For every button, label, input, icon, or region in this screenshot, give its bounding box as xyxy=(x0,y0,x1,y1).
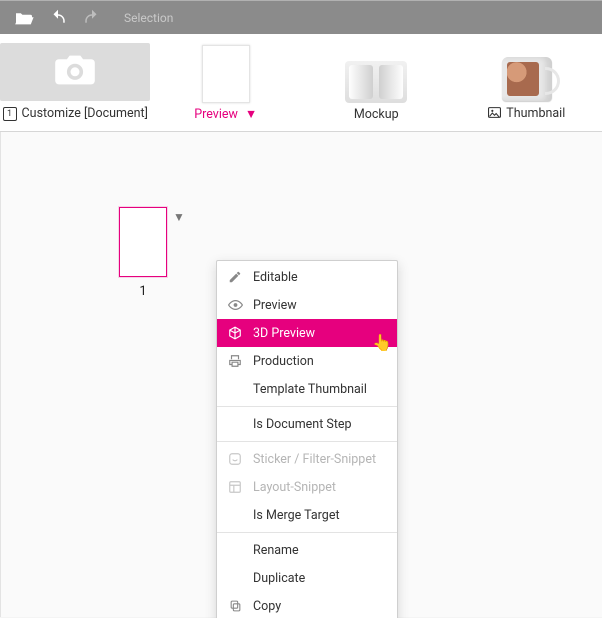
menu-separator xyxy=(217,441,397,442)
open-folder-icon[interactable] xyxy=(14,10,34,26)
menu-production[interactable]: Production xyxy=(217,347,397,375)
print-icon xyxy=(227,354,243,368)
thumbnail-thumb xyxy=(502,57,552,101)
menu-duplicate[interactable]: Duplicate xyxy=(217,564,397,592)
selection-mode-label: Selection xyxy=(124,11,173,25)
page-number: 1 xyxy=(119,284,167,299)
image-icon xyxy=(488,107,501,122)
menu-sticker: Sticker / Filter-Snippet xyxy=(217,445,397,473)
tab-preview-label: Preview ▼ xyxy=(194,109,257,128)
eye-icon xyxy=(227,299,243,311)
menu-copy[interactable]: Copy xyxy=(217,592,397,618)
pencil-icon xyxy=(227,270,243,284)
menu-rename[interactable]: Rename xyxy=(217,536,397,564)
menu-template-thumbnail[interactable]: Template Thumbnail xyxy=(217,375,397,403)
layout-icon xyxy=(227,480,243,494)
undo-icon[interactable] xyxy=(48,9,68,27)
redo-icon xyxy=(82,9,102,27)
topbar: Selection xyxy=(0,0,602,34)
menu-preview[interactable]: Preview xyxy=(217,291,397,319)
customize-thumb xyxy=(0,43,150,101)
tab-customize-label: 1 Customize [Document] xyxy=(3,107,148,127)
tab-preview[interactable]: Preview ▼ xyxy=(151,45,302,128)
body-area: ges ▼ 1 Style Editable Preview 3D Previe… xyxy=(0,132,602,617)
camera-icon xyxy=(52,52,98,92)
page-thumb-1[interactable] xyxy=(119,207,167,277)
tab-thumbnail-label: Thumbnail xyxy=(488,107,565,128)
page-thumb-menu-icon[interactable]: ▼ xyxy=(173,210,185,224)
menu-is-merge-target[interactable]: Is Merge Target xyxy=(217,501,397,529)
caret-down-icon: ▼ xyxy=(245,109,257,122)
menu-is-document-step[interactable]: Is Document Step xyxy=(217,410,397,438)
tab-thumbnail[interactable]: Thumbnail xyxy=(452,57,602,128)
copy-icon xyxy=(227,599,243,613)
tab-customize[interactable]: 1 Customize [Document] xyxy=(0,43,151,127)
preview-dropdown: Editable Preview 3D Preview Production T… xyxy=(216,260,398,618)
preview-thumb xyxy=(202,45,250,103)
cube-icon xyxy=(227,326,243,340)
menu-separator xyxy=(217,532,397,533)
menu-editable[interactable]: Editable xyxy=(217,263,397,291)
menu-separator xyxy=(217,406,397,407)
mockup-thumb xyxy=(345,61,407,103)
menu-3d-preview[interactable]: 3D Preview xyxy=(217,319,397,347)
tab-mockup-label: Mockup xyxy=(354,109,399,128)
tabstrip: 1 Customize [Document] Preview ▼ Mockup … xyxy=(0,34,602,132)
menu-layout-snippet: Layout-Snippet xyxy=(217,473,397,501)
tab-mockup[interactable]: Mockup xyxy=(301,61,452,128)
sticker-icon xyxy=(227,452,243,466)
customize-badge: 1 xyxy=(3,107,17,121)
